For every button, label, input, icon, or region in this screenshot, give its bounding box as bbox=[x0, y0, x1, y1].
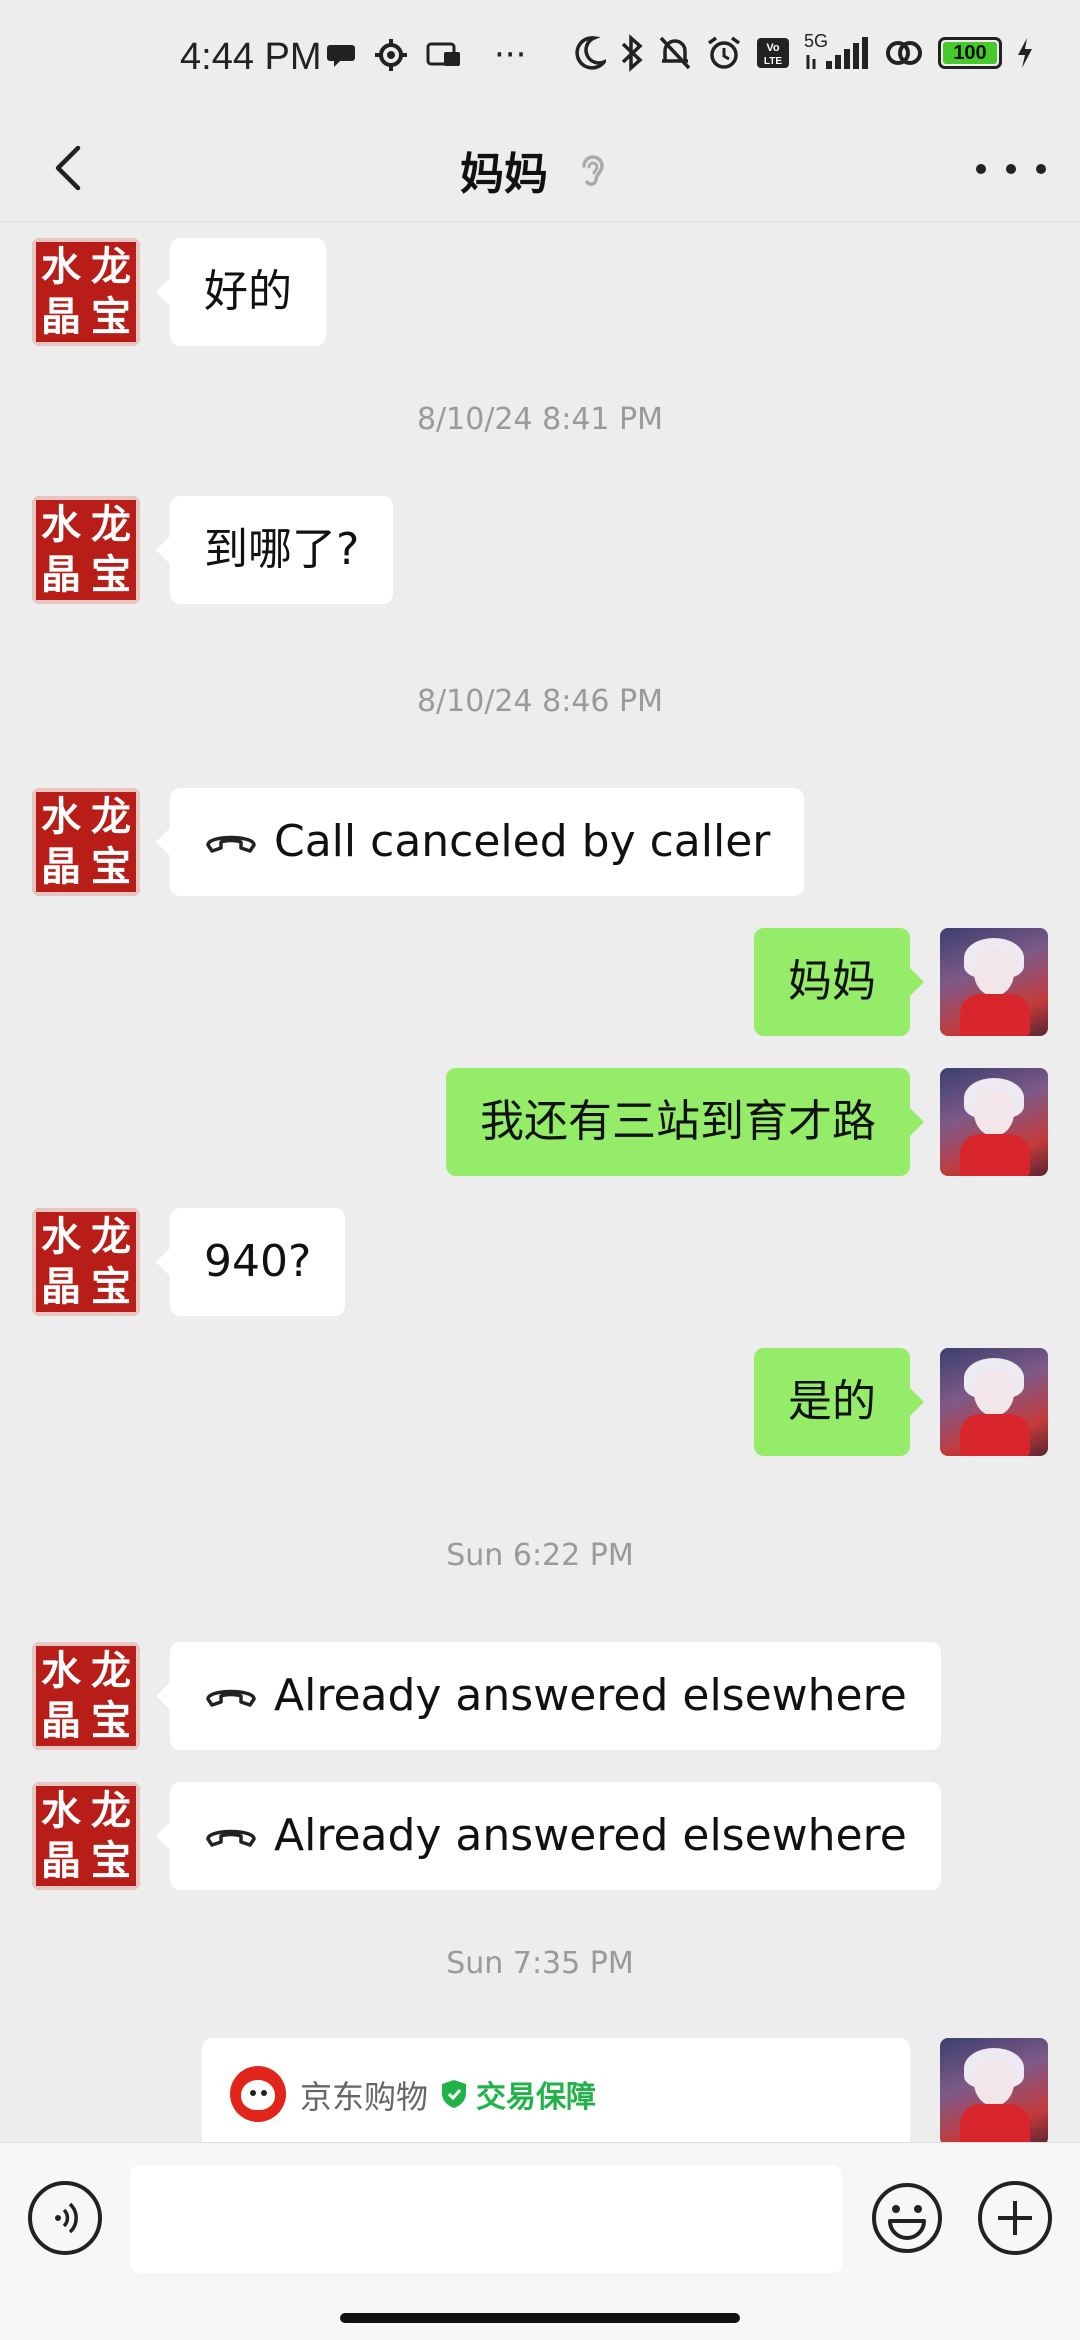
volte-icon: Vo LTE bbox=[757, 38, 789, 68]
shopping-card[interactable]: 京东购物 交易保障 bbox=[202, 2038, 910, 2142]
nav-bar: 妈妈 bbox=[0, 118, 1080, 222]
guarantee-badge: 交易保障 bbox=[440, 2072, 596, 2116]
contact-avatar[interactable]: 水龙晶宝 bbox=[32, 1782, 140, 1890]
status-bar: 4:44 PM ··· Vo LTE 5G 100 bbox=[0, 0, 1080, 118]
alarm-icon bbox=[707, 36, 741, 69]
bell-off-icon bbox=[659, 36, 691, 70]
svg-text:Vo: Vo bbox=[766, 42, 780, 54]
outgoing-message[interactable]: 我还有三站到育才路 bbox=[446, 1068, 924, 1176]
moon-icon bbox=[575, 36, 606, 70]
plus-button[interactable] bbox=[978, 2181, 1052, 2255]
call-message[interactable]: Already answered elsewhere bbox=[156, 1642, 941, 1750]
status-icons-left: ··· bbox=[326, 38, 526, 72]
timestamp: 8/10/24 8:41 PM bbox=[416, 402, 664, 437]
outgoing-message[interactable]: 妈妈 bbox=[754, 928, 924, 1036]
message-row: 京东购物 交易保障 bbox=[0, 2038, 1080, 2142]
more-button[interactable] bbox=[976, 144, 1046, 194]
incoming-message[interactable]: 好的 bbox=[156, 238, 326, 346]
phone-hangup-icon bbox=[206, 1829, 256, 1847]
timestamp: 8/10/24 8:46 PM bbox=[416, 684, 664, 719]
call-message[interactable]: Already answered elsewhere bbox=[156, 1782, 941, 1890]
message-input[interactable] bbox=[130, 2165, 842, 2273]
signal-icon: 5G bbox=[804, 31, 870, 71]
charging-icon bbox=[1018, 38, 1032, 68]
chat-list[interactable]: 水龙晶宝 好的 8/10/24 8:41 PM 水龙晶宝 到哪了? 8/10/2… bbox=[0, 222, 1080, 2142]
call-message-text: Already answered elsewhere bbox=[274, 1670, 907, 1721]
more-dot bbox=[1036, 164, 1046, 174]
guarantee-label: 交易保障 bbox=[476, 2080, 596, 2115]
battery-icon: 100 bbox=[938, 37, 1002, 69]
bluetooth-icon bbox=[621, 34, 643, 72]
outgoing-message[interactable]: 是的 bbox=[754, 1348, 924, 1456]
card-brand: 京东购物 bbox=[300, 2078, 429, 2116]
card-icon bbox=[426, 42, 460, 66]
message-row: 水龙晶宝 Already answered elsewhere bbox=[0, 1782, 1080, 1890]
contact-avatar[interactable]: 水龙晶宝 bbox=[32, 788, 140, 896]
user-avatar[interactable] bbox=[940, 1068, 1048, 1176]
chat-bubble-icon bbox=[327, 45, 355, 67]
emoji-icon[interactable] bbox=[870, 2181, 944, 2255]
message-row: 水龙晶宝 到哪了? bbox=[0, 496, 1080, 604]
user-avatar[interactable] bbox=[940, 1348, 1048, 1456]
battery-percent: 100 bbox=[953, 41, 987, 64]
contact-avatar[interactable]: 水龙晶宝 bbox=[32, 496, 140, 604]
call-message[interactable]: Call canceled by caller bbox=[155, 788, 805, 896]
svg-text:LTE: LTE bbox=[764, 56, 782, 67]
user-avatar[interactable] bbox=[940, 928, 1048, 1036]
message-row: 水龙晶宝 Already answered elsewhere bbox=[0, 1642, 1080, 1750]
incoming-message[interactable]: 到哪了? bbox=[155, 496, 394, 604]
contact-avatar[interactable]: 水龙晶宝 bbox=[32, 238, 140, 346]
incoming-message[interactable]: 940? bbox=[155, 1208, 346, 1316]
timestamp: Sun 6:22 PM bbox=[446, 1538, 634, 1573]
voice-icon bbox=[55, 2202, 78, 2234]
call-message-text: Already answered elsewhere bbox=[274, 1810, 907, 1861]
message-row: 妈妈 bbox=[0, 928, 1080, 1036]
message-row: 水龙晶宝 940? bbox=[0, 1208, 1080, 1316]
timestamp: Sun 7:35 PM bbox=[446, 1946, 634, 1981]
chat-title[interactable]: 妈妈 bbox=[460, 138, 548, 202]
contact-avatar[interactable]: 水龙晶宝 bbox=[32, 1642, 140, 1750]
jd-logo-icon bbox=[230, 2066, 286, 2122]
message-row: 我还有三站到育才路 bbox=[0, 1068, 1080, 1176]
phone-hangup-icon bbox=[206, 1689, 256, 1707]
link-icon bbox=[886, 41, 922, 65]
more-dot bbox=[1006, 164, 1016, 174]
message-row: 是的 bbox=[0, 1348, 1080, 1456]
message-row: 水龙晶宝 Call canceled by caller bbox=[0, 788, 1080, 896]
message-row: 水龙晶宝 好的 bbox=[0, 238, 1080, 346]
shield-icon bbox=[442, 2080, 466, 2108]
voice-button[interactable] bbox=[28, 2181, 102, 2255]
nav-title-group: 妈妈 bbox=[460, 118, 610, 222]
back-button[interactable] bbox=[40, 138, 100, 198]
ear-icon bbox=[582, 155, 604, 186]
phone-hangup-icon bbox=[206, 835, 256, 853]
ellipsis-icon: ··· bbox=[494, 35, 527, 75]
more-dot bbox=[976, 164, 986, 174]
home-indicator[interactable] bbox=[340, 2313, 740, 2323]
user-avatar[interactable] bbox=[940, 2038, 1048, 2142]
contact-avatar[interactable]: 水龙晶宝 bbox=[32, 1208, 140, 1316]
status-icons-right: Vo LTE 5G 100 bbox=[572, 31, 1034, 72]
call-message-text: Call canceled by caller bbox=[274, 816, 771, 867]
input-bar bbox=[0, 2142, 1080, 2340]
status-time: 4:44 PM bbox=[180, 36, 322, 78]
gear-icon bbox=[375, 39, 407, 71]
